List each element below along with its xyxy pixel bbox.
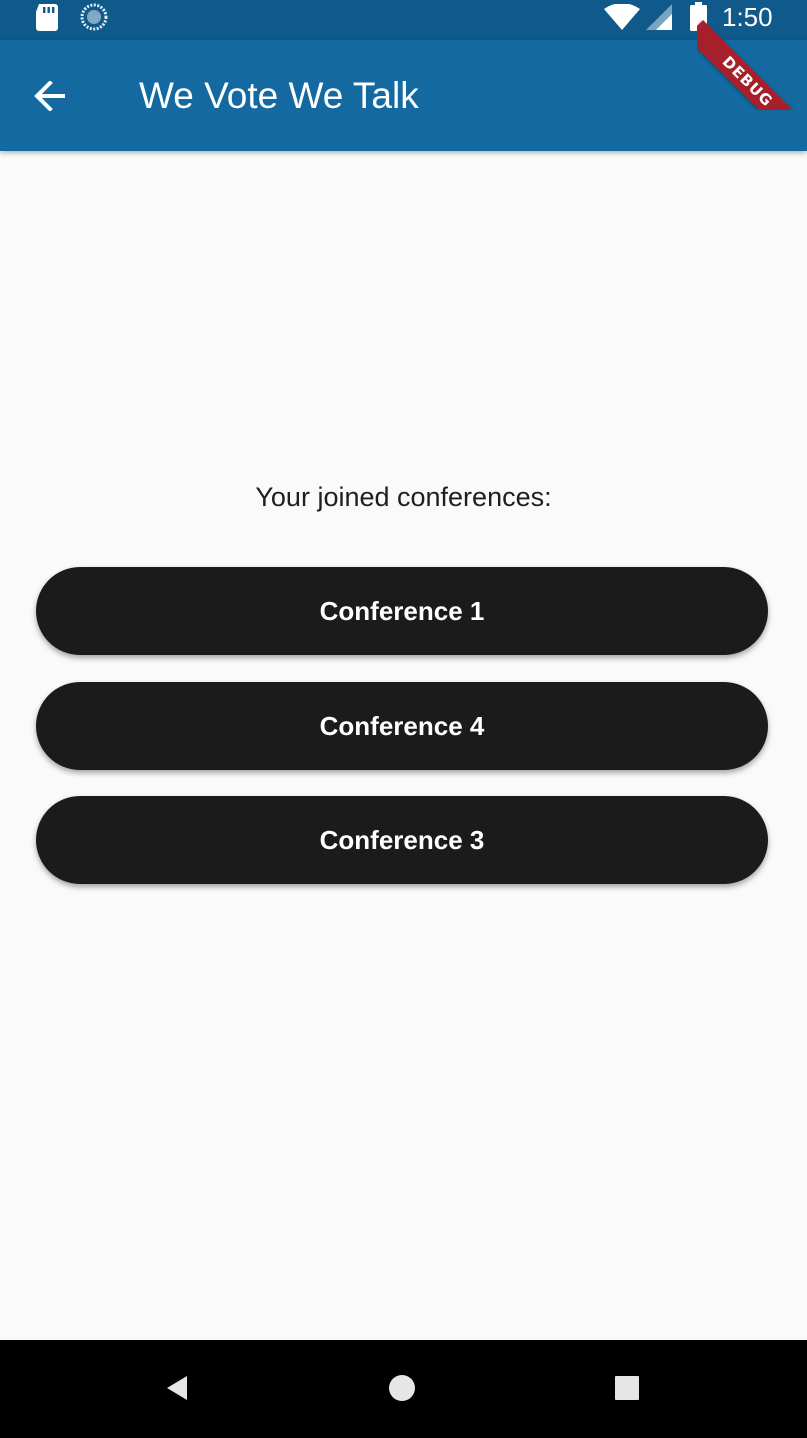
status-bar: 1:50 [0, 0, 807, 40]
cell-signal-icon [646, 4, 672, 30]
conference-button-1[interactable]: Conference 1 [36, 567, 768, 655]
arrow-back-icon [34, 81, 65, 111]
sd-card-icon [36, 4, 58, 31]
home-circle-icon [389, 1375, 415, 1401]
conference-button-4[interactable]: Conference 4 [36, 682, 768, 770]
battery-icon [690, 2, 707, 31]
nav-recents-button[interactable] [603, 1366, 651, 1410]
sync-icon [80, 3, 108, 31]
nav-back-button[interactable] [153, 1366, 201, 1410]
wifi-icon [604, 4, 640, 30]
nav-home-button[interactable] [378, 1366, 426, 1410]
joined-conferences-heading: Your joined conferences: [255, 482, 552, 512]
conference-button-3[interactable]: Conference 3 [36, 796, 768, 884]
app-title: We Vote We Talk [139, 75, 419, 116]
back-triangle-icon [167, 1376, 187, 1400]
status-clock: 1:50 [722, 2, 773, 32]
recents-square-icon [615, 1376, 639, 1400]
back-button[interactable] [22, 70, 78, 122]
